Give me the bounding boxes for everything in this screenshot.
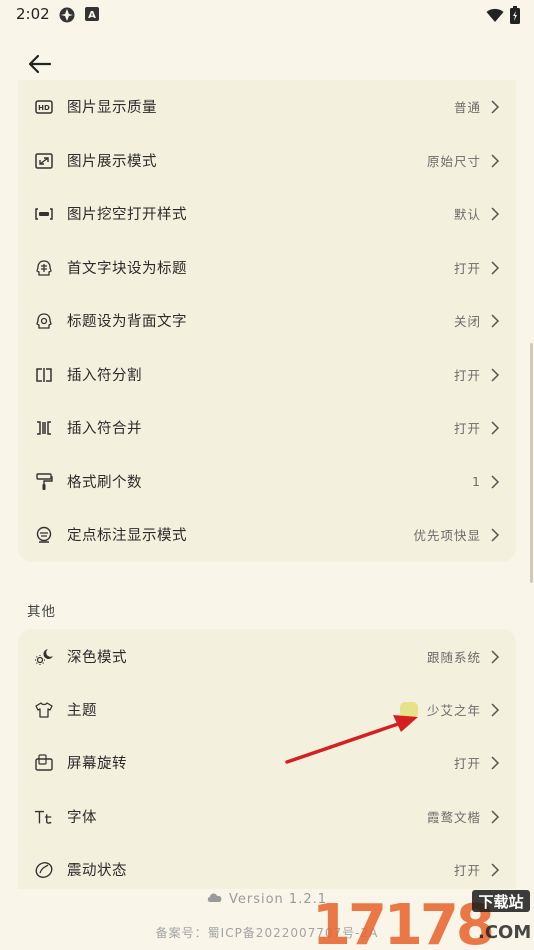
- setting-image-display-mode[interactable]: 图片展示模式 原始尺寸: [18, 134, 516, 187]
- setting-label: 深色模式: [67, 650, 127, 666]
- battery-icon: [510, 6, 520, 24]
- chevron-right-icon: [491, 313, 500, 328]
- status-time: 2:02: [16, 5, 50, 23]
- setting-caret-split[interactable]: 插入符分割 打开: [18, 348, 516, 401]
- setting-label: 插入符分割: [67, 368, 142, 384]
- rotate-screen-icon: [34, 753, 54, 773]
- setting-label: 图片显示质量: [67, 100, 157, 116]
- setting-label: 定点标注显示模式: [67, 528, 187, 544]
- setting-value: 打开: [453, 863, 481, 878]
- setting-value: 霞鹜文楷: [426, 810, 481, 825]
- setting-label: 插入符合并: [67, 421, 142, 437]
- scrollbar[interactable]: [530, 343, 533, 583]
- sun-moon-icon: [34, 647, 54, 667]
- settings-group-display: HD 图片显示质量 普通 图片展示模式 原始尺寸 图片挖空打开样式 默认 首文字…: [18, 80, 516, 562]
- setting-screen-rotation[interactable]: 屏幕旋转 打开: [18, 736, 516, 789]
- chevron-right-icon: [491, 420, 500, 435]
- setting-format-brush-count[interactable]: 格式刷个数 1: [18, 455, 516, 508]
- svg-text:HD: HD: [38, 104, 50, 112]
- app-logo-icon: [207, 893, 222, 902]
- setting-value: 关闭: [453, 314, 481, 329]
- setting-label: 主题: [67, 703, 97, 719]
- back-arrow-icon[interactable]: [26, 50, 54, 78]
- theme-color-swatch: [400, 701, 418, 718]
- setting-marker-display-mode[interactable]: 定点标注显示模式 优先项快显: [18, 508, 516, 561]
- chevron-right-icon: [491, 702, 500, 717]
- chevron-right-icon: [491, 367, 500, 382]
- svg-text:A: A: [88, 10, 96, 21]
- merge-icon: [34, 418, 54, 438]
- chevron-right-icon: [491, 862, 500, 877]
- wifi-icon: [486, 8, 504, 22]
- setting-label: 首文字块设为标题: [67, 261, 187, 277]
- chevron-right-icon: [491, 260, 500, 275]
- setting-font[interactable]: 字体 霞鹜文楷: [18, 790, 516, 843]
- setting-label: 震动状态: [67, 863, 127, 879]
- section-title-other: 其他: [27, 604, 56, 620]
- status-bar: 2:02 A: [0, 0, 534, 30]
- setting-theme[interactable]: 主题 少艾之年: [18, 683, 516, 736]
- setting-caret-merge[interactable]: 插入符合并 打开: [18, 401, 516, 454]
- setting-label: 字体: [67, 810, 97, 826]
- watermark-number: 17178: [312, 893, 492, 948]
- chevron-right-icon: [491, 153, 500, 168]
- cloze-block-icon: [34, 204, 54, 224]
- setting-value: 默认: [453, 207, 481, 222]
- setting-value: 打开: [453, 261, 481, 276]
- setting-value: 打开: [453, 421, 481, 436]
- brain-icon: [34, 311, 54, 331]
- chevron-right-icon: [491, 99, 500, 114]
- chevron-right-icon: [491, 206, 500, 221]
- status-right: [486, 6, 520, 24]
- marker-icon: [34, 525, 54, 545]
- font-icon: [34, 807, 54, 827]
- setting-value: 原始尺寸: [426, 154, 481, 169]
- chevron-right-icon: [491, 649, 500, 664]
- setting-value: 1: [472, 474, 481, 489]
- setting-title-as-back[interactable]: 标题设为背面文字 关闭: [18, 294, 516, 347]
- setting-value: 跟随系统: [426, 650, 481, 665]
- setting-value: 打开: [453, 756, 481, 771]
- setting-cloze-open-style[interactable]: 图片挖空打开样式 默认: [18, 187, 516, 240]
- setting-value: 少艾之年: [426, 703, 481, 718]
- chevron-right-icon: [491, 809, 500, 824]
- setting-label: 屏幕旋转: [67, 756, 127, 772]
- chevron-right-icon: [491, 527, 500, 542]
- tshirt-icon: [34, 700, 54, 720]
- setting-label: 标题设为背面文字: [67, 314, 187, 330]
- watermark-logo: 17178 下载站 .COM: [312, 890, 531, 948]
- chevron-right-icon: [491, 474, 500, 489]
- setting-image-quality[interactable]: HD 图片显示质量 普通: [18, 80, 516, 133]
- watermark-badge: 下载站: [478, 893, 523, 911]
- app-notification-icon: [59, 7, 75, 23]
- watermark-domain: .COM: [478, 922, 531, 943]
- brain-icon: [34, 258, 54, 278]
- setting-first-block-title[interactable]: 首文字块设为标题 打开: [18, 241, 516, 294]
- setting-label: 图片展示模式: [67, 154, 157, 170]
- a-notification-icon: A: [85, 7, 99, 21]
- hd-icon: HD: [34, 97, 54, 117]
- setting-value: 优先项快显: [413, 528, 481, 543]
- setting-value: 打开: [453, 368, 481, 383]
- image-resize-icon: [34, 151, 54, 171]
- setting-dark-mode[interactable]: 深色模式 跟随系统: [18, 630, 516, 683]
- split-icon: [34, 365, 54, 385]
- vibration-icon: [34, 860, 54, 880]
- setting-label: 格式刷个数: [67, 475, 142, 491]
- paint-roller-icon: [34, 472, 54, 492]
- chevron-right-icon: [491, 755, 500, 770]
- setting-value: 普通: [453, 100, 481, 115]
- setting-label: 图片挖空打开样式: [67, 207, 187, 223]
- settings-group-other: 深色模式 跟随系统 主题 少艾之年 屏幕旋转 打开 字体 霞鹜文楷 震动状态 打…: [18, 629, 516, 889]
